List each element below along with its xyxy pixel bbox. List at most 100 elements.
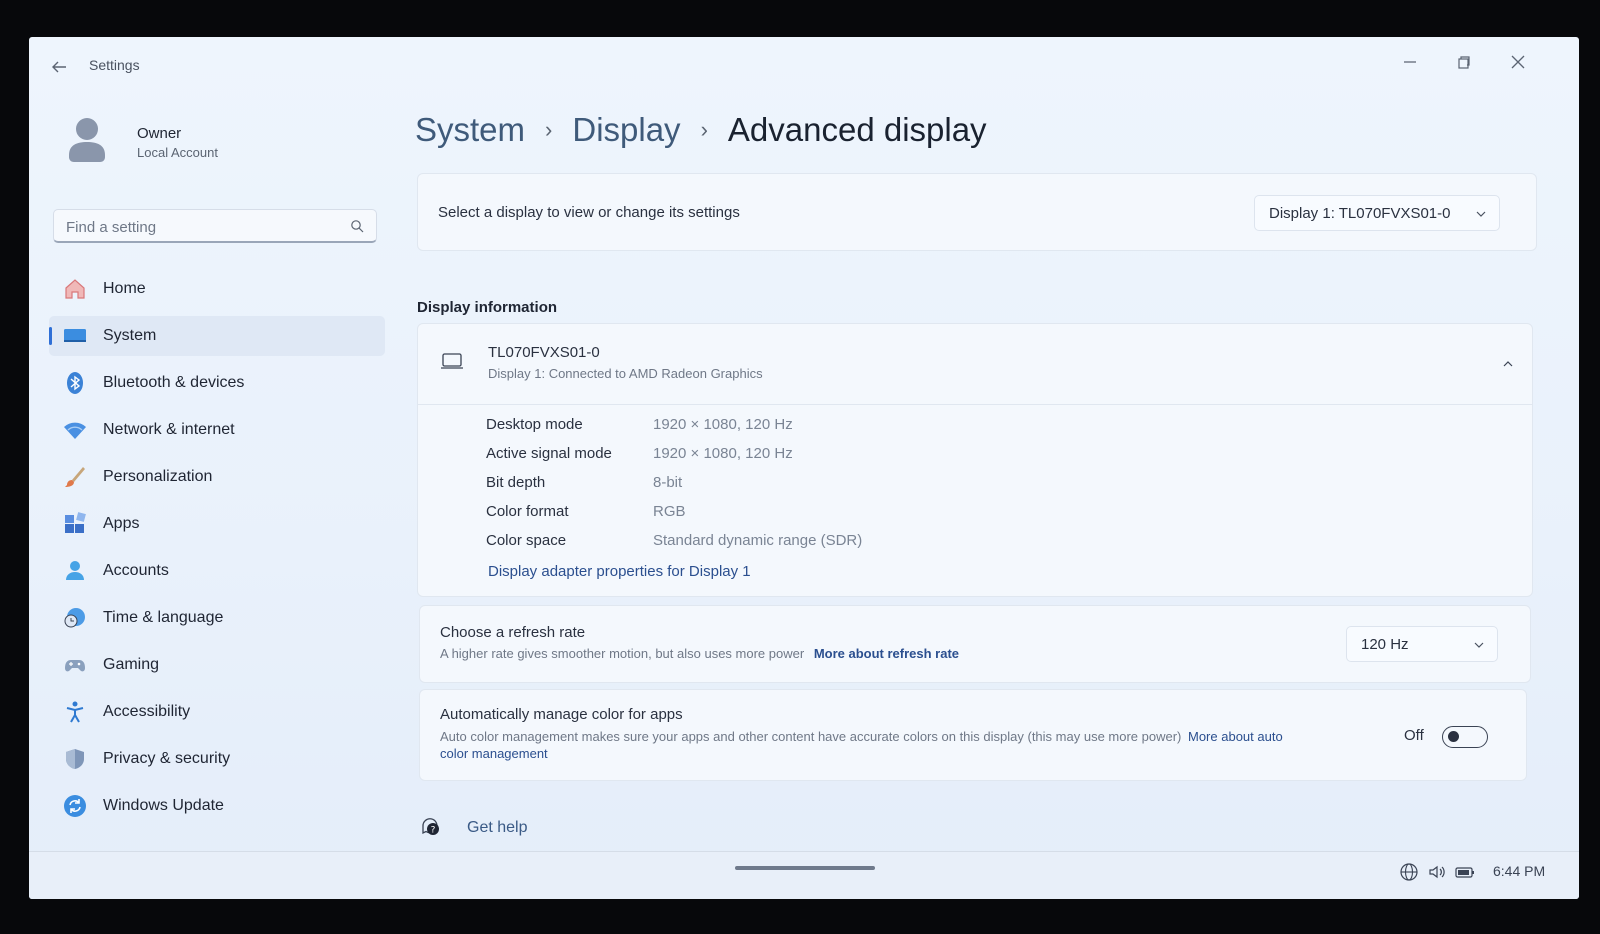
person-icon	[63, 559, 87, 583]
link-text: color management	[440, 746, 548, 761]
search-box[interactable]	[53, 209, 377, 243]
sidebar-item-network[interactable]: Network & internet	[49, 410, 385, 450]
settings-window: Settings Owner Local Account Home	[29, 37, 1579, 899]
refresh-rate-dropdown[interactable]: 120 Hz	[1346, 626, 1498, 662]
back-button[interactable]	[47, 55, 71, 79]
battery-icon[interactable]	[1455, 862, 1475, 882]
toggle-state-label: Off	[1404, 727, 1424, 744]
back-arrow-icon	[52, 61, 66, 73]
sidebar-item-gaming[interactable]: Gaming	[49, 645, 385, 685]
chevron-down-icon	[1476, 211, 1486, 217]
auto-color-title: Automatically manage color for apps	[440, 706, 683, 723]
home-icon	[63, 277, 87, 301]
auto-color-description-text: Auto color management makes sure your ap…	[440, 729, 1182, 744]
info-row-active-signal-mode: Active signal mode 1920 × 1080, 120 Hz	[486, 445, 1386, 471]
info-label: Bit depth	[486, 474, 546, 491]
sidebar-item-label: Time & language	[103, 609, 224, 626]
sidebar-item-label: Windows Update	[103, 797, 224, 814]
laptop-icon	[441, 353, 463, 369]
sidebar-item-windows-update[interactable]: Windows Update	[49, 786, 385, 826]
search-icon[interactable]	[350, 219, 364, 233]
info-value: RGB	[653, 503, 686, 520]
toggle-knob	[1448, 731, 1459, 742]
app-title: Settings	[89, 57, 140, 73]
sidebar-item-label: Network & internet	[103, 421, 235, 438]
info-label: Color format	[486, 503, 569, 520]
refresh-rate-description: A higher rate gives smoother motion, but…	[440, 646, 959, 661]
brush-icon	[63, 465, 87, 489]
device-connection: Display 1: Connected to AMD Radeon Graph…	[488, 366, 763, 381]
breadcrumb: System › Display › Advanced display	[415, 105, 987, 155]
help-chat-icon[interactable]: ?	[421, 817, 441, 837]
sidebar-item-home[interactable]: Home	[49, 269, 385, 309]
info-row-color-format: Color format RGB	[486, 503, 1386, 529]
volume-icon[interactable]	[1427, 862, 1447, 882]
system-icon	[63, 324, 87, 348]
bluetooth-icon	[63, 371, 87, 395]
auto-color-card: Automatically manage color for apps Auto…	[419, 689, 1527, 781]
close-icon	[1511, 55, 1525, 69]
globe-clock-icon	[63, 606, 87, 630]
sidebar-item-label: System	[103, 327, 157, 344]
device-name: TL070FVXS01-0	[488, 344, 600, 361]
chevron-up-icon[interactable]	[1502, 358, 1514, 370]
info-value: Standard dynamic range (SDR)	[653, 532, 863, 549]
page-title: Advanced display	[727, 111, 987, 148]
display-select-dropdown[interactable]: Display 1: TL070FVXS01-0	[1254, 195, 1500, 231]
sidebar-item-bluetooth[interactable]: Bluetooth & devices	[49, 363, 385, 403]
avatar[interactable]	[67, 115, 107, 163]
info-value: 1920 × 1080, 120 Hz	[653, 416, 793, 433]
sidebar-item-accessibility[interactable]: Accessibility	[49, 692, 385, 732]
auto-color-toggle[interactable]	[1442, 726, 1488, 748]
sidebar-item-label: Apps	[103, 515, 140, 532]
sidebar-item-label: Home	[103, 280, 146, 297]
sidebar-item-privacy[interactable]: Privacy & security	[49, 739, 385, 779]
breadcrumb-chevron-icon: ›	[545, 117, 553, 142]
info-row-bit-depth: Bit depth 8-bit	[486, 474, 1386, 500]
refresh-rate-description-text: A higher rate gives smoother motion, but…	[440, 646, 805, 661]
get-help-link[interactable]: Get help	[467, 819, 527, 837]
sidebar-item-label: Personalization	[103, 468, 213, 485]
display-info-header[interactable]: TL070FVXS01-0 Display 1: Connected to AM…	[418, 324, 1532, 405]
accessibility-icon	[63, 700, 87, 724]
svg-text:?: ?	[431, 826, 436, 836]
sidebar-item-personalization[interactable]: Personalization	[49, 457, 385, 497]
chevron-down-icon	[1474, 642, 1484, 648]
wifi-icon	[63, 418, 87, 442]
refresh-rate-title: Choose a refresh rate	[440, 624, 586, 641]
taskbar-clock[interactable]: 6:44 PM	[1493, 863, 1545, 879]
shield-icon	[63, 747, 87, 771]
home-indicator[interactable]	[735, 866, 875, 870]
user-avatar-icon	[69, 118, 105, 162]
minimize-icon	[1404, 61, 1416, 63]
breadcrumb-system[interactable]: System	[415, 111, 525, 149]
sidebar-item-time-language[interactable]: Time & language	[49, 598, 385, 638]
sidebar-item-label: Accounts	[103, 562, 169, 579]
close-button[interactable]	[1505, 49, 1531, 75]
sidebar-item-label: Accessibility	[103, 703, 191, 720]
link-text: More about auto	[1188, 729, 1283, 744]
network-globe-icon[interactable]	[1399, 862, 1419, 882]
minimize-button[interactable]	[1397, 49, 1423, 75]
info-label: Active signal mode	[486, 445, 612, 462]
sidebar-item-system[interactable]: System	[49, 316, 385, 356]
sidebar-item-label: Bluetooth & devices	[103, 374, 245, 391]
info-row-desktop-mode: Desktop mode 1920 × 1080, 120 Hz	[486, 416, 1386, 442]
display-info-card: TL070FVXS01-0 Display 1: Connected to AM…	[417, 323, 1533, 597]
sidebar-item-label: Gaming	[103, 656, 160, 673]
search-input[interactable]	[64, 216, 338, 238]
more-about-refresh-rate-link[interactable]: More about refresh rate	[814, 646, 959, 661]
display-select-card: Select a display to view or change its s…	[417, 173, 1537, 251]
update-icon	[63, 794, 87, 818]
sidebar-item-label: Privacy & security	[103, 750, 231, 767]
info-value: 8-bit	[653, 474, 683, 491]
account-type: Local Account	[137, 145, 218, 160]
info-value: 1920 × 1080, 120 Hz	[653, 445, 793, 462]
restore-icon	[1458, 56, 1470, 69]
title-bar: Settings	[29, 37, 1579, 93]
sidebar-item-accounts[interactable]: Accounts	[49, 551, 385, 591]
sidebar-item-apps[interactable]: Apps	[49, 504, 385, 544]
breadcrumb-display[interactable]: Display	[572, 111, 680, 149]
restore-button[interactable]	[1451, 49, 1477, 75]
display-adapter-link[interactable]: Display adapter properties for Display 1	[488, 563, 751, 580]
